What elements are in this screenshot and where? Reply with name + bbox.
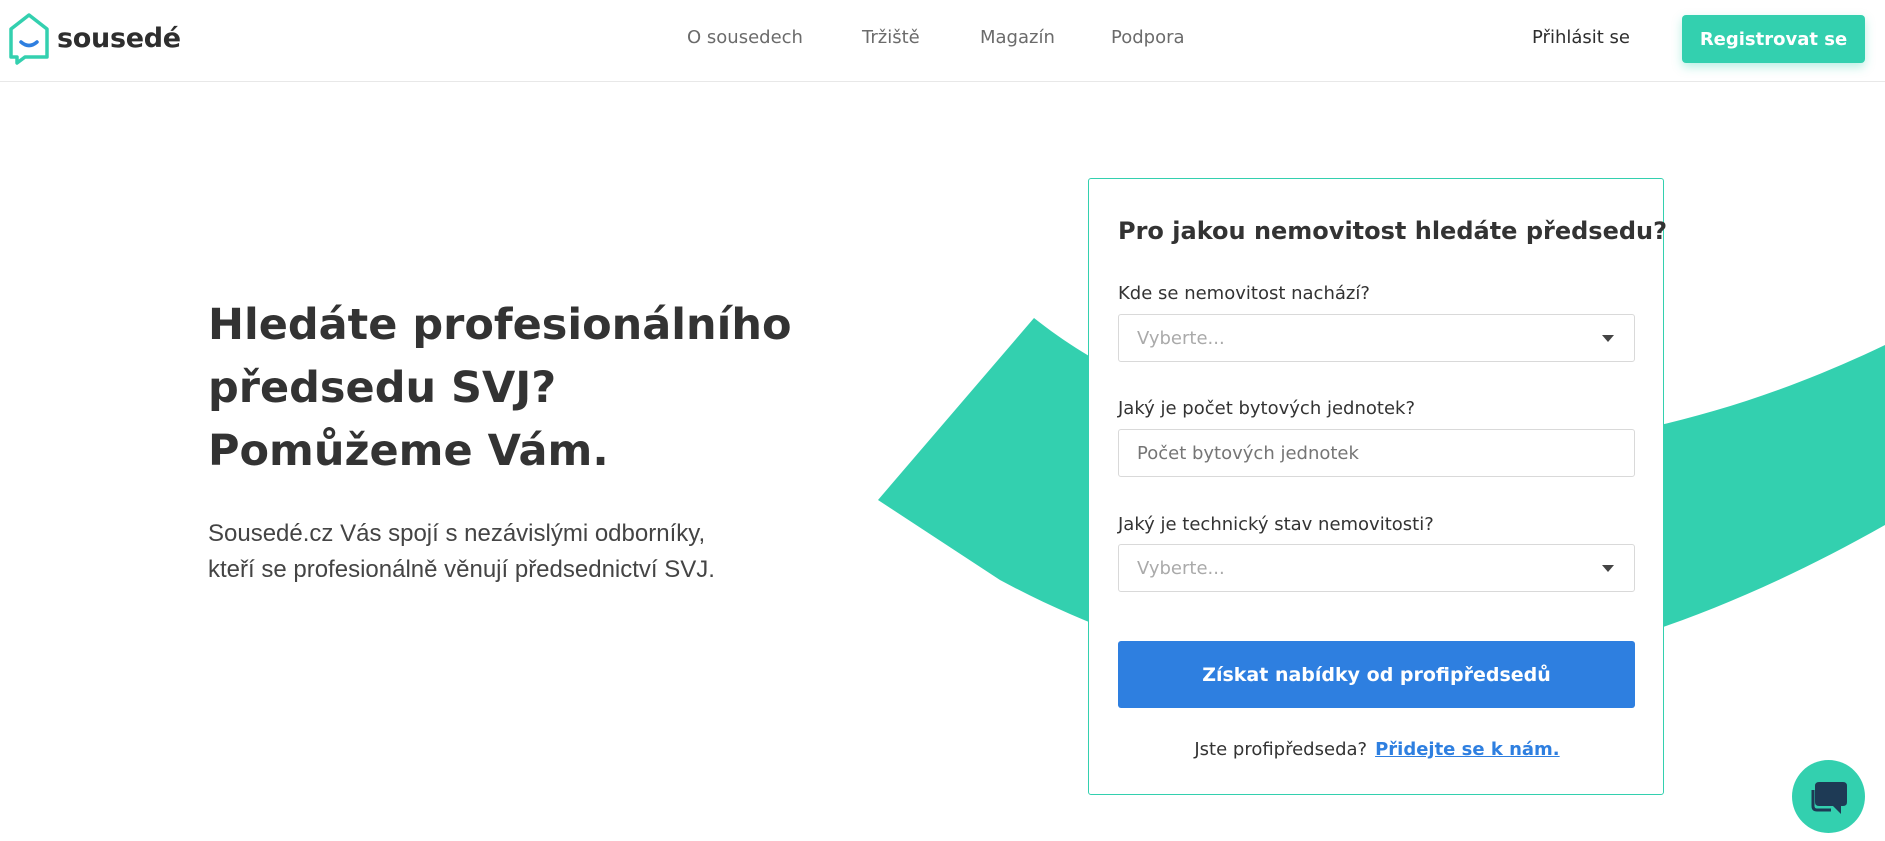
register-button[interactable]: Registrovat se [1682, 15, 1865, 63]
units-input[interactable] [1118, 429, 1635, 477]
form-title: Pro jakou nemovitost hledáte předsedu? [1118, 217, 1668, 245]
submit-button[interactable]: Získat nabídky od profipředsedů [1118, 641, 1635, 708]
hero-title-line: předsedu SVJ? [208, 363, 557, 413]
location-select-placeholder: Vyberte... [1137, 327, 1225, 349]
hero-title: Hledáte profesionálního předsedu SVJ? Po… [208, 294, 792, 483]
hero-title-line: Hledáte profesionálního [208, 300, 792, 350]
search-form-card: Pro jakou nemovitost hledáte předsedu? K… [1088, 178, 1668, 795]
location-select[interactable]: Vyberte... [1118, 314, 1635, 362]
hero-description-line: Sousedé.cz Vás spojí s nezávislými odbor… [208, 520, 706, 547]
condition-select[interactable]: Vyberte... [1118, 544, 1635, 592]
join-link[interactable]: Přidejte se k nám. [1375, 739, 1560, 760]
logo-text: sousedé [57, 22, 181, 54]
form-footer-text: Jste profipředseda? [1194, 739, 1368, 760]
units-label: Jaký je počet bytových jednotek? [1118, 398, 1415, 419]
condition-select-placeholder: Vyberte... [1137, 557, 1225, 579]
hero-title-line: Pomůžeme Vám. [208, 426, 609, 476]
chat-bubble-icon [1811, 781, 1847, 814]
site-header: sousedé O sousedech Tržiště Magazín Podp… [0, 0, 1885, 82]
nav-item-podpora[interactable]: Podpora [1111, 27, 1185, 48]
chat-button[interactable] [1792, 760, 1865, 833]
caret-down-icon [1602, 335, 1614, 342]
hero-section: Hledáte profesionálního předsedu SVJ? Po… [208, 294, 792, 588]
nav-item-o-sousedech[interactable]: O sousedech [687, 27, 803, 48]
nav-item-magazin[interactable]: Magazín [980, 27, 1055, 48]
hero-description: Sousedé.cz Vás spojí s nezávislými odbor… [208, 516, 792, 588]
logo[interactable]: sousedé [7, 11, 181, 65]
hero-description-line: kteří se profesionálně věnují předsednic… [208, 556, 715, 583]
caret-down-icon [1602, 565, 1614, 572]
condition-label: Jaký je technický stav nemovitosti? [1118, 514, 1434, 535]
nav-item-trziste[interactable]: Tržiště [862, 27, 920, 48]
house-speech-bubble-icon [9, 13, 49, 65]
login-link[interactable]: Přihlásit se [1532, 27, 1630, 48]
location-label: Kde se nemovitost nachází? [1118, 283, 1370, 304]
form-footer: Jste profipředseda? Přidejte se k nám. [1089, 739, 1665, 760]
